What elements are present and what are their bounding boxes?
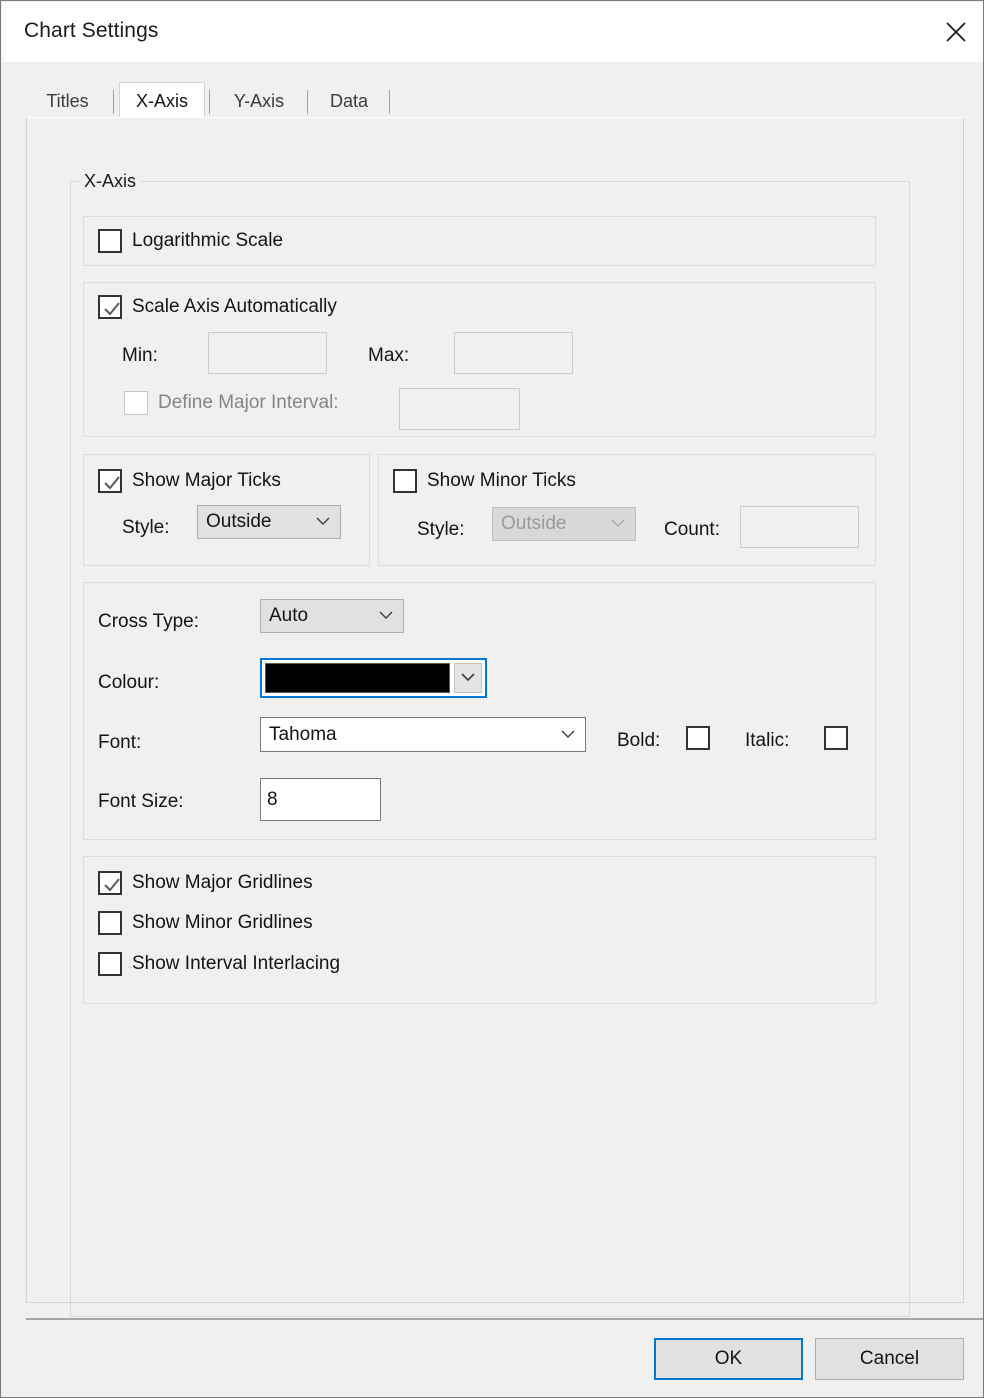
chevron-down-icon [611,515,625,533]
colour-swatch [265,663,450,693]
axis-appearance-panel: Cross Type: Auto Colour: Font: Tahoma Bo… [83,582,876,840]
tab-strip: Titles X-Axis Y-Axis Data [2,62,983,119]
tab-separator [113,90,114,114]
gridlines-panel: Show Major Gridlines Show Minor Gridline… [83,856,876,1004]
major-ticks-style-value: Outside [206,511,272,532]
x-axis-group: X-Axis Logarithmic Scale Scale Axis Auto… [70,171,910,1317]
chevron-down-icon [561,726,575,744]
tab-panel-x-axis: X-Axis Logarithmic Scale Scale Axis Auto… [26,117,964,1317]
close-icon [944,20,968,44]
font-value: Tahoma [269,723,337,745]
tab-y-axis[interactable]: Y-Axis [216,84,302,118]
cancel-button[interactable]: Cancel [815,1338,964,1380]
minor-ticks-count-input[interactable] [740,506,859,548]
tab-x-axis[interactable]: X-Axis [119,82,205,119]
minor-ticks-style-label: Style: [417,519,465,540]
show-major-ticks-label: Show Major Ticks [132,470,281,491]
show-major-ticks-checkbox[interactable] [98,469,122,493]
show-interval-interlacing-checkbox[interactable] [98,952,122,976]
tab-separator [209,90,210,114]
major-ticks-panel: Show Major Ticks Style: Outside [83,454,370,566]
cross-type-label: Cross Type: [98,611,200,632]
show-major-gridlines-label: Show Major Gridlines [132,872,313,893]
x-axis-group-legend: X-Axis [79,171,142,192]
cross-type-value: Auto [269,605,309,626]
ok-button-label: OK [714,1348,743,1369]
define-major-interval-input[interactable] [399,388,520,430]
chevron-down-icon [379,607,393,625]
cross-type-dropdown[interactable]: Auto [260,599,404,633]
font-label: Font: [98,732,142,753]
tab-data[interactable]: Data [314,84,384,118]
minor-ticks-style-dropdown[interactable]: Outside [492,507,636,541]
define-major-interval-checkbox[interactable] [124,391,148,415]
define-major-interval-label: Define Major Interval: [158,392,339,413]
major-ticks-style-dropdown[interactable]: Outside [197,505,341,539]
minor-ticks-style-value: Outside [501,513,567,534]
italic-checkbox[interactable] [824,726,848,750]
major-ticks-style-label: Style: [122,517,170,538]
tab-separator [389,90,390,114]
tab-label: Data [329,90,369,111]
footer-separator [26,1318,983,1320]
window-title: Chart Settings [24,19,159,42]
max-label: Max: [368,345,410,366]
min-input[interactable] [208,332,327,374]
font-size-label: Font Size: [98,791,184,812]
minor-ticks-panel: Show Minor Ticks Style: Outside Count: [378,454,876,566]
bold-checkbox[interactable] [686,726,710,750]
show-interval-interlacing-label: Show Interval Interlacing [132,953,341,974]
chart-settings-dialog: Chart Settings Titles X-Axis Y-Axis Data [0,0,984,1398]
close-button[interactable] [928,2,983,62]
tab-label: Y-Axis [233,90,285,111]
tab-separator [307,90,308,114]
chevron-down-icon [316,513,330,531]
show-minor-gridlines-checkbox[interactable] [98,911,122,935]
tab-label: Titles [46,90,89,111]
cancel-button-label: Cancel [859,1348,920,1369]
tab-label: X-Axis [135,90,188,111]
scale-axis-automatically-checkbox[interactable] [98,295,122,319]
logarithmic-scale-checkbox[interactable] [98,229,122,253]
show-minor-ticks-checkbox[interactable] [393,469,417,493]
chevron-down-icon [461,669,475,687]
colour-dropdown-button[interactable] [454,663,482,693]
show-major-gridlines-checkbox[interactable] [98,871,122,895]
scale-axis-automatically-label: Scale Axis Automatically [132,296,337,317]
logarithmic-panel: Logarithmic Scale [83,216,876,266]
font-size-input[interactable]: 8 [260,778,381,821]
ok-button[interactable]: OK [654,1338,803,1380]
show-minor-gridlines-label: Show Minor Gridlines [132,912,313,933]
max-input[interactable] [454,332,573,374]
bold-label: Bold: [617,730,661,751]
scale-axis-panel: Scale Axis Automatically Min: Max: Defin… [83,282,876,437]
tab-titles[interactable]: Titles [26,84,109,118]
min-label: Min: [122,345,158,366]
colour-label: Colour: [98,672,160,693]
show-minor-ticks-label: Show Minor Ticks [427,470,576,491]
title-bar: Chart Settings [2,2,983,62]
minor-ticks-count-label: Count: [664,519,720,540]
logarithmic-scale-label: Logarithmic Scale [132,230,284,251]
font-dropdown[interactable]: Tahoma [260,717,586,752]
italic-label: Italic: [745,730,790,751]
colour-dropdown[interactable] [260,658,487,698]
